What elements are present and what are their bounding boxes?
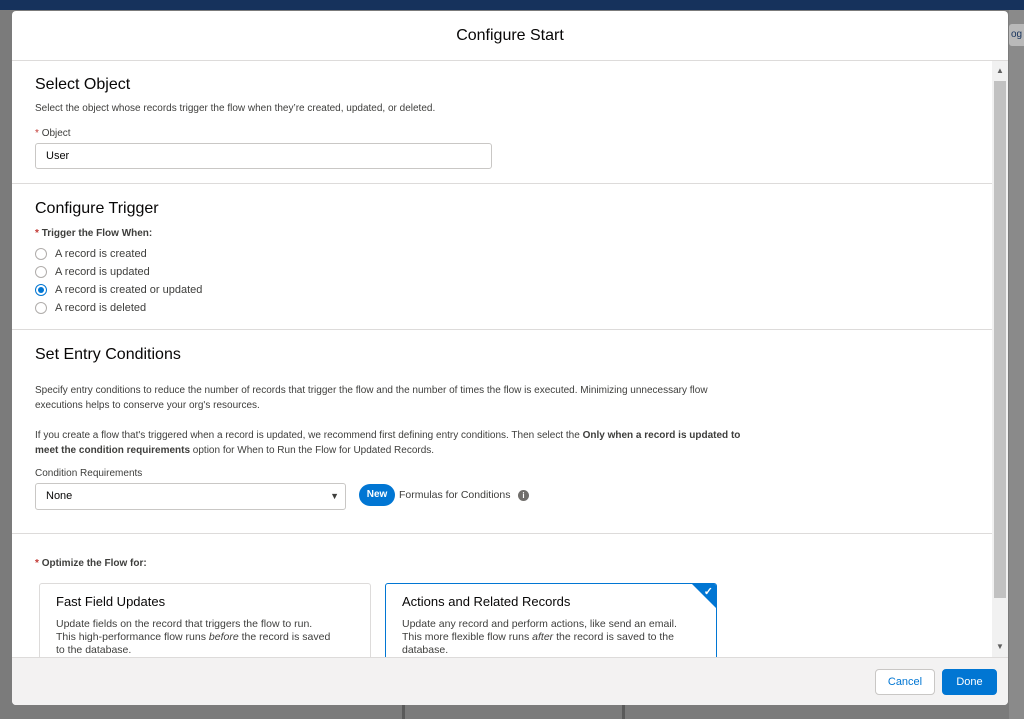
required-indicator: * (35, 128, 39, 139)
chevron-down-icon: ▼ (330, 491, 339, 501)
object-input-value: User (46, 150, 70, 162)
condition-requirements-label: Condition Requirements (35, 468, 143, 479)
modal-header: Configure Start (12, 11, 1008, 61)
condition-requirements-value: None (46, 490, 73, 502)
card-title: Fast Field Updates (56, 594, 166, 609)
optimize-label: * Optimize the Flow for: (35, 558, 147, 569)
scroll-down-icon[interactable]: ▼ (995, 642, 1005, 652)
info-icon[interactable]: i (518, 490, 529, 501)
entry-conditions-recommendation: If you create a flow that's triggered wh… (35, 430, 741, 456)
section-title: Configure Trigger (35, 200, 159, 217)
radio-option-created[interactable]: A record is created (35, 246, 147, 262)
configure-start-modal: Configure Start Select Object Select the… (12, 11, 1008, 705)
radio-button-selected[interactable] (35, 284, 47, 296)
background-page (1009, 10, 1024, 719)
select-object-section: Select Object Select the object whose re… (12, 61, 992, 184)
field-label: * Object (35, 128, 71, 139)
entry-conditions-description: Specify entry conditions to reduce the n… (35, 385, 708, 411)
scroll-up-icon[interactable]: ▲ (995, 66, 1005, 76)
card-title: Actions and Related Records (402, 594, 571, 609)
cancel-button[interactable]: Cancel (875, 669, 935, 695)
object-input[interactable]: User (35, 143, 492, 169)
background-divider (402, 705, 405, 719)
background-divider (622, 705, 625, 719)
radio-option-created-or-updated[interactable]: A record is created or updated (35, 282, 202, 298)
entry-conditions-section: Set Entry Conditions Specify entry condi… (12, 330, 992, 534)
card-description: Update fields on the record that trigger… (56, 618, 331, 656)
new-badge: New (359, 484, 395, 506)
modal-footer: Cancel Done (12, 657, 1008, 705)
optimize-section: * Optimize the Flow for: Fast Field Upda… (12, 534, 992, 657)
section-title: Select Object (35, 76, 131, 93)
configure-trigger-section: Configure Trigger * Trigger the Flow Whe… (12, 184, 992, 330)
scrollbar-thumb[interactable] (994, 81, 1006, 598)
radio-button[interactable] (35, 248, 47, 260)
required-indicator: * (35, 228, 39, 239)
required-indicator: * (35, 558, 39, 569)
app-top-bar (0, 0, 1024, 10)
actions-and-related-records-card[interactable]: Actions and Related Records Update any r… (385, 583, 717, 657)
radio-option-deleted[interactable]: A record is deleted (35, 300, 146, 316)
section-title: Set Entry Conditions (35, 346, 181, 363)
radio-option-updated[interactable]: A record is updated (35, 264, 150, 280)
background-tab: og (1009, 24, 1024, 46)
formulas-for-conditions-label: Formulas for Conditions (399, 489, 511, 501)
section-description: Select the object whose records trigger … (35, 103, 436, 114)
radio-button[interactable] (35, 302, 47, 314)
condition-requirements-select[interactable]: None ▼ (35, 483, 346, 510)
done-button[interactable]: Done (942, 669, 997, 695)
radio-button[interactable] (35, 266, 47, 278)
radio-group-label: * Trigger the Flow When: (35, 228, 153, 239)
checkmark-icon: ✓ (703, 586, 713, 598)
modal-title: Configure Start (456, 27, 564, 44)
fast-field-updates-card[interactable]: Fast Field Updates Update fields on the … (39, 583, 371, 657)
modal-body[interactable]: Select Object Select the object whose re… (12, 61, 992, 657)
card-description: Update any record and perform actions, l… (402, 618, 677, 656)
